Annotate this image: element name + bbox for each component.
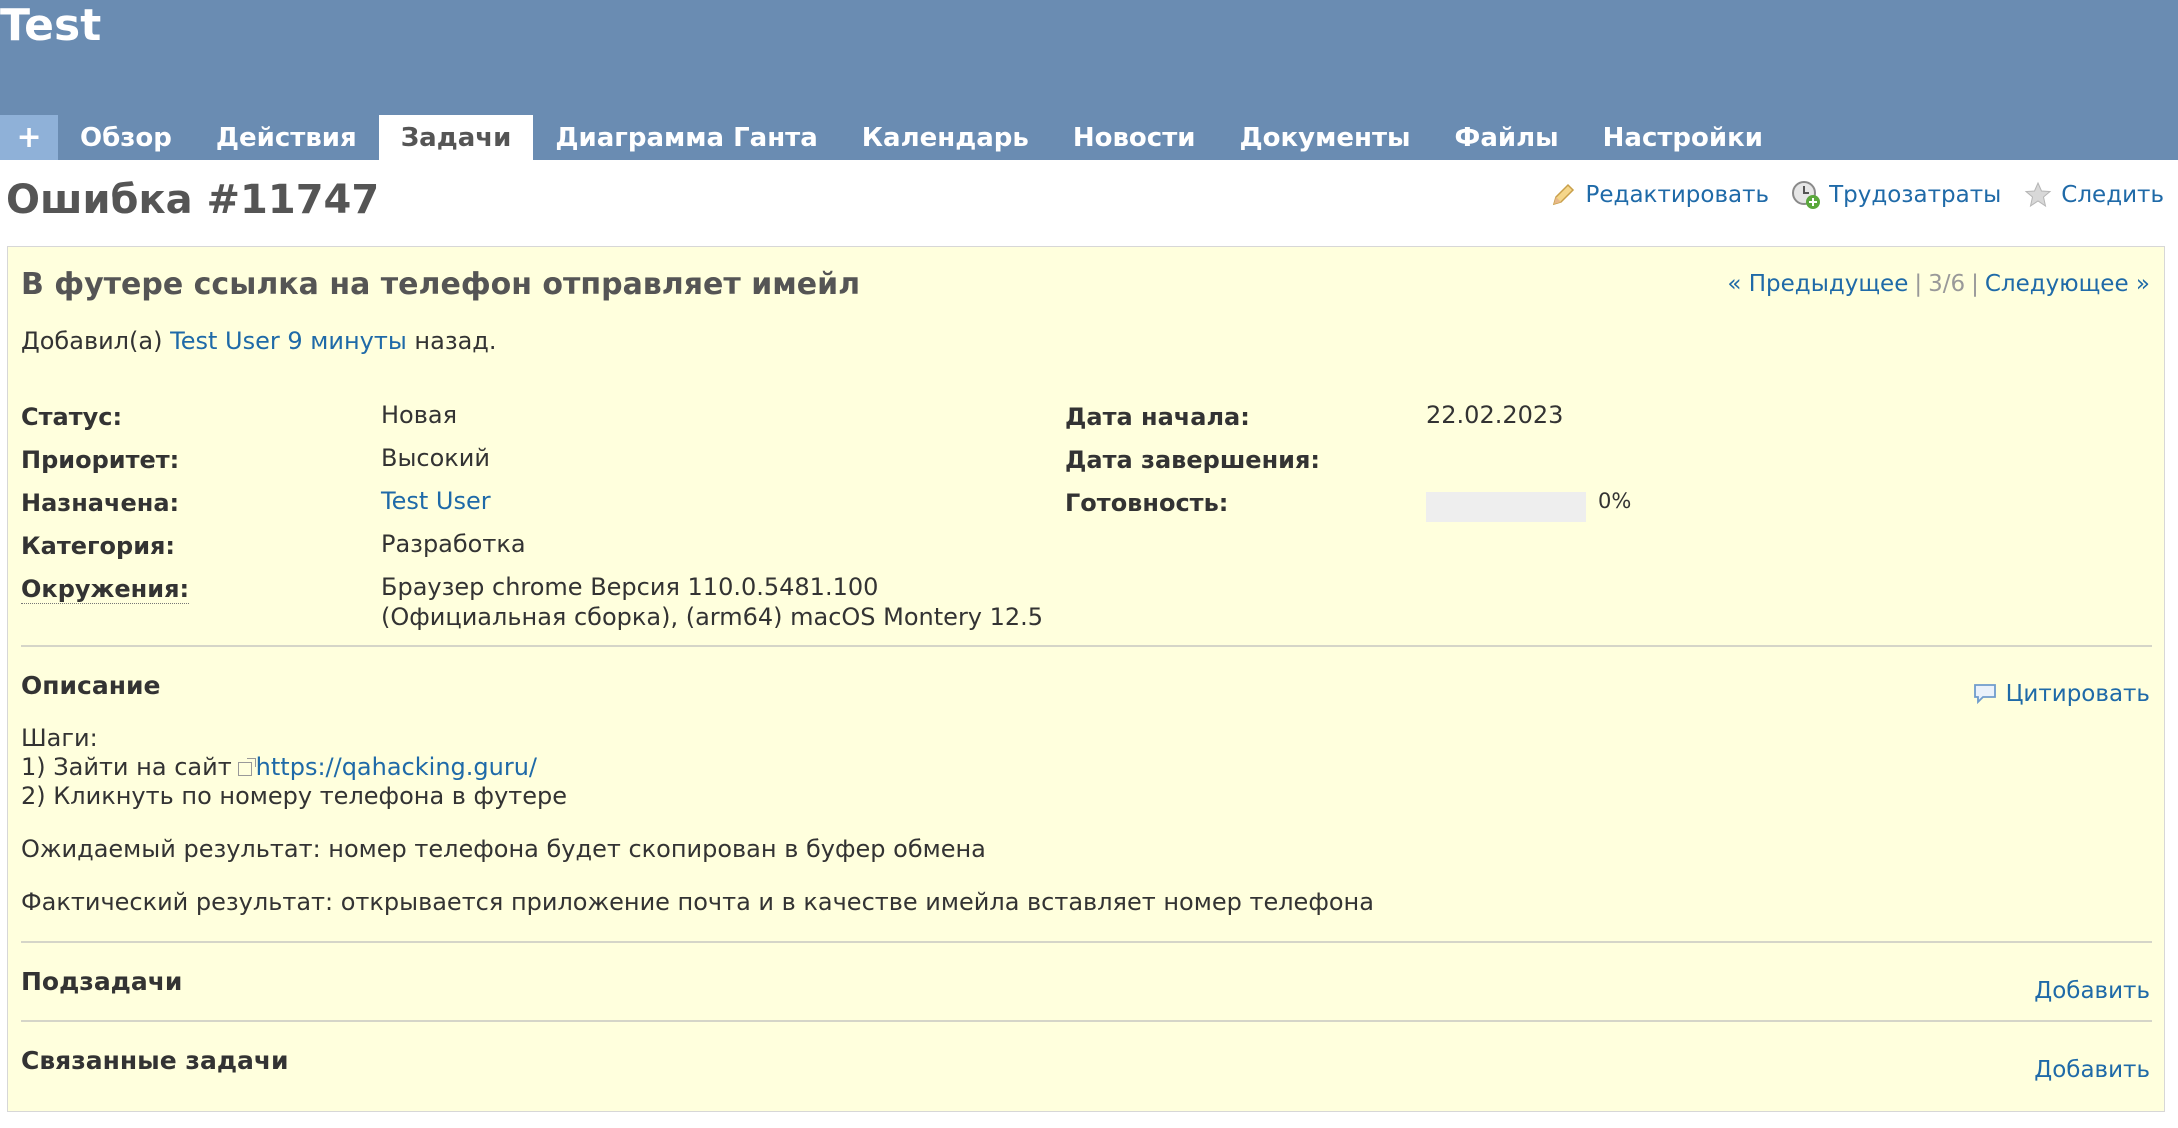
author-line: Добавил(а) Test User 9 минуты назад. (21, 327, 497, 355)
environment-line-1: Браузер chrome Версия 110.0.5481.100 (381, 573, 879, 601)
quote-label: Цитировать (2005, 681, 2150, 707)
author-prefix: Добавил(а) (21, 327, 163, 355)
status-value: Новая (381, 401, 458, 429)
priority-value: Высокий (381, 444, 490, 472)
pencil-icon (1548, 180, 1578, 210)
issue-subject: В футере ссылка на телефон отправляет им… (21, 267, 861, 302)
step-1-text: 1) Зайти на сайт (21, 753, 232, 781)
category-value: Разработка (381, 530, 526, 558)
status-label: Статус: (21, 403, 123, 431)
star-icon (2023, 180, 2053, 210)
issue-details-box: В футере ссылка на телефон отправляет им… (7, 246, 2165, 1112)
environment-label: Окружения: (21, 575, 190, 604)
edit-label: Редактировать (1585, 182, 1770, 208)
issue-heading: Ошибка #11747 (6, 177, 380, 223)
environment-line-2: (Официальная сборка), (arm64) macOS Mont… (381, 603, 1044, 631)
divider (21, 645, 2152, 647)
next-issue-link[interactable]: Следующее » (1985, 271, 2150, 297)
start-date-label: Дата начала: (1065, 403, 1250, 431)
priority-label: Приоритет: (21, 446, 180, 474)
step-2: 2) Кликнуть по номеру телефона в футере (21, 782, 568, 810)
add-relation-button[interactable]: Добавить (2034, 1057, 2150, 1083)
project-title[interactable]: Test (0, 0, 101, 52)
tab-overview[interactable]: Обзор (58, 115, 194, 160)
done-ratio-label: Готовность: (1065, 489, 1229, 517)
previous-issue-link[interactable]: « Предыдущее (1727, 271, 1908, 297)
tab-settings[interactable]: Настройки (1581, 115, 1785, 160)
progress-bar (1426, 492, 1586, 522)
progress-percent: 0% (1598, 489, 1632, 513)
divider (21, 1020, 2152, 1022)
assigned-label: Назначена: (21, 489, 180, 517)
tab-documents[interactable]: Документы (1217, 115, 1432, 160)
speech-bubble-icon (1972, 682, 1998, 706)
tab-gantt[interactable]: Диаграмма Ганта (533, 115, 839, 160)
relations-title: Связанные задачи (21, 1046, 289, 1075)
main-menu: + Обзор Действия Задачи Диаграмма Ганта … (0, 115, 1785, 160)
description-title: Описание (21, 671, 161, 700)
tab-activity[interactable]: Действия (194, 115, 379, 160)
edit-button[interactable]: Редактировать (1548, 180, 1770, 210)
environment-value: Браузер chrome Версия 110.0.5481.100 (Оф… (381, 572, 1043, 632)
quote-button[interactable]: Цитировать (1972, 681, 2150, 707)
new-object-button[interactable]: + (0, 115, 58, 160)
clock-add-icon (1791, 180, 1821, 210)
time-entry-label: Трудозатраты (1829, 182, 2002, 208)
step-1: 1) Зайти на сайт https://qahacking.guru/ (21, 752, 537, 782)
watch-button[interactable]: Следить (2023, 180, 2164, 210)
watch-label: Следить (2061, 182, 2164, 208)
step-1-link[interactable]: https://qahacking.guru/ (256, 753, 537, 781)
expected-result: Ожидаемый результат: номер телефона буде… (21, 835, 986, 863)
add-subtask-button[interactable]: Добавить (2034, 978, 2150, 1004)
author-link[interactable]: Test User (170, 327, 280, 355)
author-suffix: назад. (414, 327, 497, 355)
actual-result: Фактический результат: открывается прило… (21, 888, 1374, 916)
tab-calendar[interactable]: Календарь (840, 115, 1051, 160)
due-date-label: Дата завершения: (1065, 446, 1320, 474)
tab-issues[interactable]: Задачи (378, 115, 534, 160)
assigned-user-link[interactable]: Test User (381, 486, 491, 516)
tab-news[interactable]: Новости (1051, 115, 1218, 160)
external-link-icon (237, 758, 256, 776)
top-header: Test + Обзор Действия Задачи Диаграмма Г… (0, 0, 2178, 160)
time-entry-button[interactable]: Трудозатраты (1791, 180, 2001, 210)
category-label: Категория: (21, 532, 176, 560)
prev-next-nav: « Предыдущее | 3/6 | Следующее » (1727, 271, 2150, 297)
created-age-link[interactable]: 9 минуты (287, 327, 406, 355)
start-date-value: 22.02.2023 (1426, 401, 1564, 429)
subtasks-title: Подзадачи (21, 967, 183, 996)
issue-position: 3/6 (1928, 271, 1966, 297)
environment-label-text: Окружения: (21, 575, 190, 604)
contextual-actions: Редактировать Трудозатраты Следить (1526, 180, 2164, 210)
divider (21, 941, 2152, 943)
steps-title: Шаги: (21, 724, 98, 752)
tab-files[interactable]: Файлы (1433, 115, 1581, 160)
